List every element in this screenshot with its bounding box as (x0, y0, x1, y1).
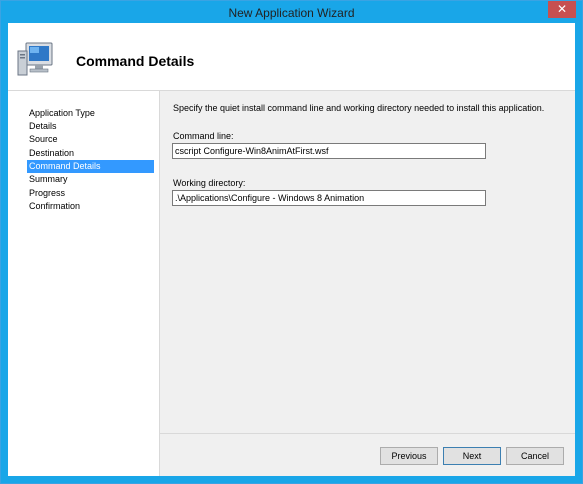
wizard-header: Command Details (8, 23, 575, 91)
nav-item-command-details[interactable]: Command Details (27, 160, 154, 173)
wizard-client: Command Details Application Type Details… (8, 23, 575, 476)
command-line-input[interactable] (172, 143, 486, 159)
nav-item-progress[interactable]: Progress (27, 187, 154, 200)
page-description: Specify the quiet install command line a… (173, 103, 545, 113)
nav-item-details[interactable]: Details (27, 120, 154, 133)
nav-item-application-type[interactable]: Application Type (27, 107, 154, 120)
wizard-content: Specify the quiet install command line a… (160, 91, 575, 433)
nav-item-source[interactable]: Source (27, 133, 154, 146)
next-button[interactable]: Next (443, 447, 501, 465)
wizard-window: New Application Wizard ✕ Command Details… (0, 0, 583, 484)
close-button[interactable]: ✕ (548, 1, 576, 18)
wizard-nav: Application Type Details Source Destinat… (8, 91, 160, 476)
nav-item-summary[interactable]: Summary (27, 173, 154, 186)
previous-button[interactable]: Previous (380, 447, 438, 465)
close-icon: ✕ (556, 2, 568, 16)
command-line-label: Command line: (173, 131, 234, 141)
cancel-button[interactable]: Cancel (506, 447, 564, 465)
wizard-footer: Previous Next Cancel (160, 433, 575, 477)
window-title: New Application Wizard (228, 6, 355, 20)
working-directory-label: Working directory: (173, 178, 246, 188)
working-directory-input[interactable] (172, 190, 486, 206)
title-bar[interactable]: New Application Wizard ✕ (1, 1, 582, 23)
computer-icon (17, 42, 53, 76)
nav-item-confirmation[interactable]: Confirmation (27, 200, 154, 213)
page-title: Command Details (76, 53, 195, 69)
nav-item-destination[interactable]: Destination (27, 147, 154, 160)
